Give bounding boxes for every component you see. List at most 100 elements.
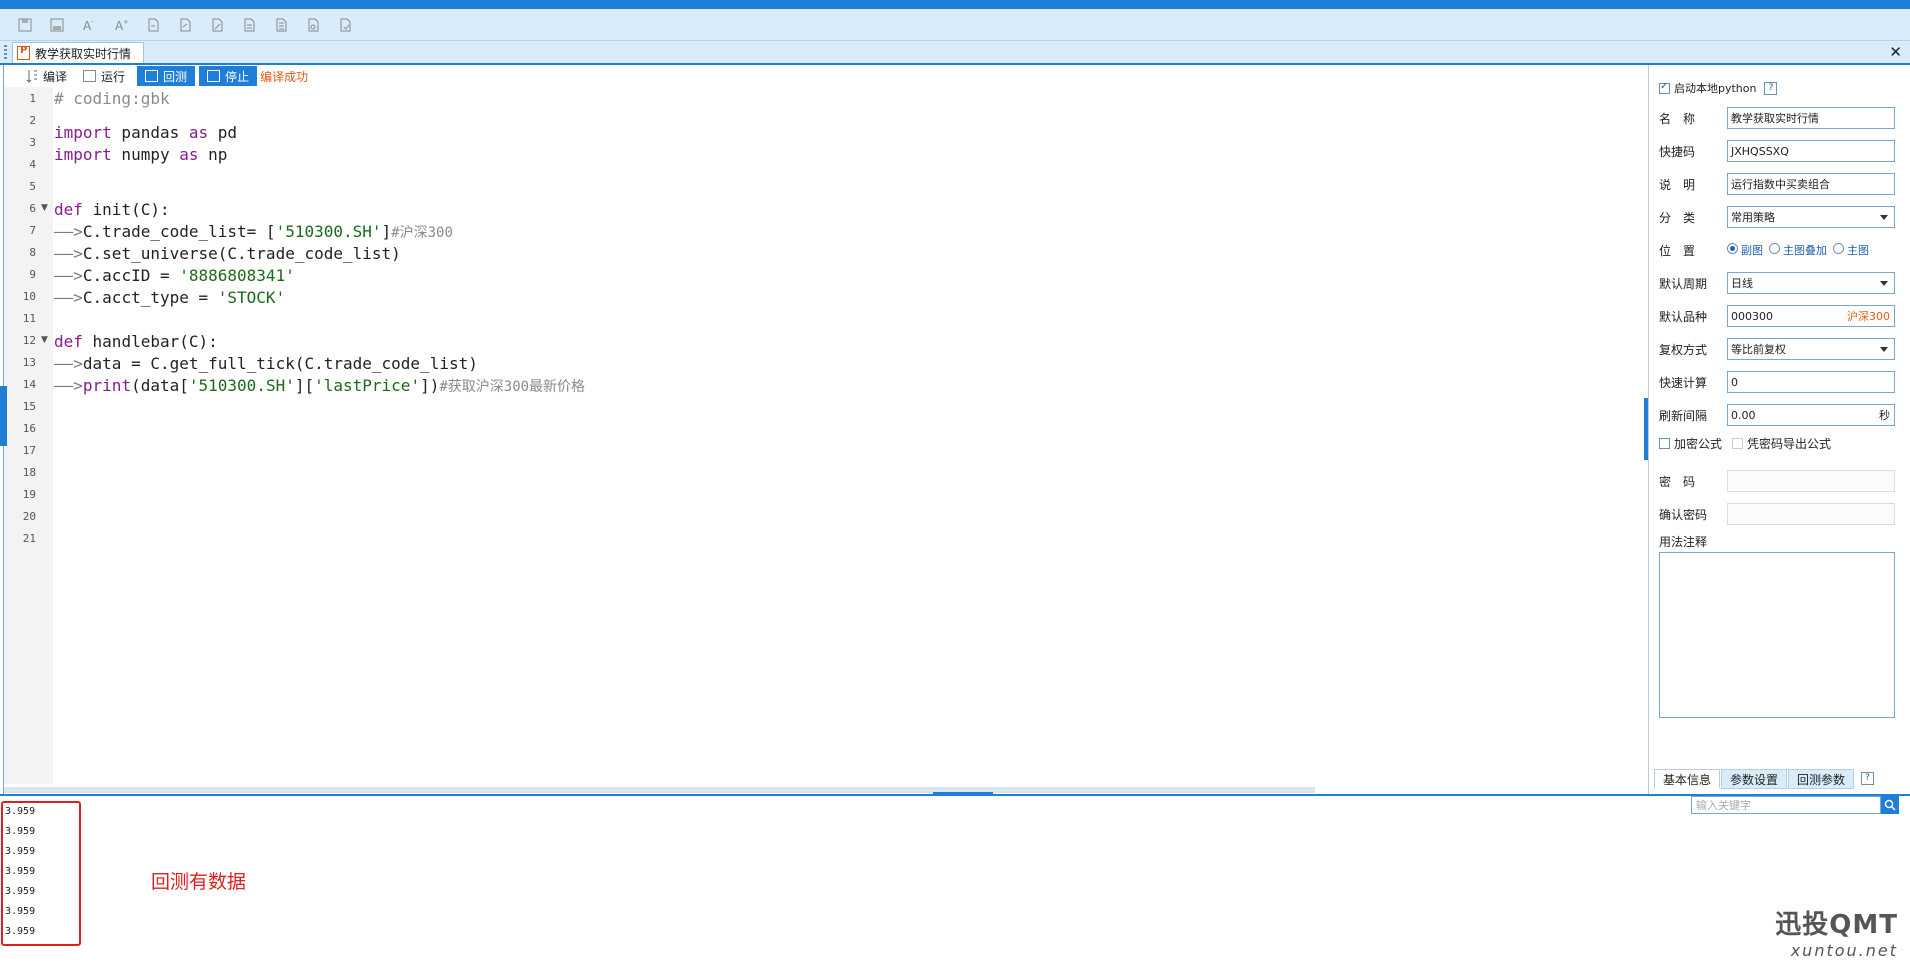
save-as-icon[interactable] (46, 14, 68, 36)
code-line-7: def init(C): (54, 200, 170, 219)
position-option-main[interactable]: 主图 (1833, 242, 1869, 258)
font-increase-icon[interactable]: A + (110, 14, 132, 36)
doc-icon[interactable] (238, 14, 260, 36)
encrypt-checkbox[interactable] (1659, 437, 1670, 449)
password-field[interactable] (1727, 470, 1895, 492)
close-tab-button[interactable]: ✕ (1889, 43, 1902, 61)
name-field[interactable]: 教学获取实时行情 (1727, 107, 1895, 129)
adjust-label: 复权方式 (1659, 342, 1708, 357)
import-icon[interactable] (142, 14, 164, 36)
code-line-11: ——>C.acct_type = 'STOCK' (54, 288, 286, 307)
watermark-url: xuntou.net (1790, 941, 1898, 960)
position-row: 位 置 副图 主图叠加 主图 (1659, 239, 1895, 261)
confirm-password-row: 确认密码 (1659, 503, 1895, 525)
line-number: 10 (22, 290, 36, 303)
help-icon[interactable]: ? (1764, 81, 1778, 95)
description-field[interactable]: 运行指数中买卖组合 (1727, 173, 1895, 195)
local-python-row: 启动本地python ? (1659, 77, 1895, 99)
encrypt-label: 加密公式 (1674, 436, 1723, 451)
output-panel: 3.959 3.959 3.959 3.959 3.959 3.959 3.95… (0, 796, 1910, 966)
backtest-button[interactable]: 回测 (137, 66, 196, 86)
compile-button[interactable]: 编译 (18, 66, 75, 86)
symbol-field[interactable]: 000300 沪深300 (1727, 305, 1895, 327)
editor-panel: 编译 运行 回测 停止 编译成功 1 2 3 4 5 6 7 8 9 10 11 12 13 14 15 16… (3, 65, 1649, 797)
doc-list-icon[interactable] (270, 14, 292, 36)
drag-grip-icon[interactable] (4, 45, 7, 59)
refresh-row: 刷新间隔 0.00 秒 (1659, 404, 1895, 426)
refresh-unit: 秒 (1879, 409, 1890, 422)
action-bar: 编译 运行 回测 停止 编译成功 (4, 65, 1649, 87)
edit-doc-icon[interactable] (206, 14, 228, 36)
refresh-label: 刷新间隔 (1659, 408, 1708, 423)
code-line-8: ——>C.trade_code_list= ['510300.SH']#沪深30… (54, 222, 453, 241)
export-checkbox[interactable] (1732, 437, 1744, 449)
line-number: 4 (29, 158, 36, 171)
position-radio-group: 副图 主图叠加 主图 (1727, 242, 1869, 258)
export-icon[interactable] (174, 14, 196, 36)
document-tab[interactable]: 教学获取实时行情 (12, 42, 144, 63)
stop-icon (207, 70, 221, 82)
search-icon (1884, 799, 1896, 811)
chevron-down-icon (1880, 347, 1888, 352)
refresh-field[interactable]: 0.00 秒 (1727, 404, 1895, 426)
run-label: 运行 (101, 69, 126, 84)
doc-settings-icon[interactable] (334, 14, 356, 36)
line-number: 9 (29, 268, 36, 281)
line-number: 2 (29, 114, 36, 127)
password-row: 密 码 (1659, 470, 1895, 492)
symbol-label: 默认品种 (1659, 309, 1708, 324)
run-button[interactable]: 运行 (75, 66, 133, 86)
stop-button[interactable]: 停止 (199, 66, 258, 86)
code-line-4: import numpy as np (54, 145, 228, 164)
position-option-overlay[interactable]: 主图叠加 (1769, 242, 1827, 258)
editor-horizontal-scrollbar[interactable] (4, 787, 1315, 793)
position-option-sub[interactable]: 副图 (1727, 242, 1763, 258)
confirm-password-field[interactable] (1727, 503, 1895, 525)
tab-backtest-params[interactable]: 回测参数 (1788, 769, 1855, 789)
category-select[interactable]: 常用策略 (1727, 206, 1895, 228)
highlight-box (1, 801, 81, 946)
fast-calc-field[interactable]: 0 (1727, 371, 1895, 393)
stop-label: 停止 (225, 69, 250, 84)
chevron-down-icon (1880, 281, 1888, 286)
python-file-icon (17, 45, 30, 60)
fast-calc-label: 快速计算 (1659, 375, 1708, 390)
adjust-select[interactable]: 等比前复权 (1727, 338, 1895, 360)
shortcut-field[interactable]: JXHQSSXQ (1727, 140, 1895, 162)
main-toolbar: A- A + (0, 9, 1910, 41)
local-python-checkbox[interactable] (1659, 81, 1670, 94)
run-icon (83, 70, 97, 82)
name-row: 名 称 教学获取实时行情 (1659, 107, 1895, 129)
help-icon[interactable]: ? (1861, 772, 1875, 785)
output-search-input[interactable]: 输入关键字 (1691, 796, 1881, 814)
line-number: 12 (22, 334, 36, 347)
left-collapse-handle[interactable] (0, 386, 7, 446)
search-button[interactable] (1881, 796, 1899, 814)
notes-textarea[interactable] (1659, 552, 1895, 718)
line-number: 1 (29, 92, 36, 105)
fold-toggle-icon[interactable]: ▼ (41, 203, 48, 213)
backtest-icon (145, 70, 159, 82)
save-icon[interactable] (14, 14, 36, 36)
line-number: 7 (29, 224, 36, 237)
description-row: 说 明 运行指数中买卖组合 (1659, 173, 1895, 195)
name-label: 名 称 (1659, 111, 1696, 126)
line-number: 17 (22, 444, 36, 457)
line-number: 20 (22, 510, 36, 523)
tab-parameters[interactable]: 参数设置 (1721, 769, 1788, 789)
export-label: 凭密码导出公式 (1747, 436, 1832, 451)
tab-basic-info[interactable]: 基本信息 (1654, 769, 1721, 789)
line-number: 19 (22, 488, 36, 501)
compile-label: 编译 (43, 69, 68, 84)
code-editor[interactable]: 1 2 3 4 5 6 7 8 9 10 11 12 13 14 15 16 17 18 19 20 21 # codi… (4, 87, 1649, 784)
doc-image-icon[interactable] (302, 14, 324, 36)
period-select[interactable]: 日线 (1727, 272, 1895, 294)
font-decrease-icon[interactable]: A- (78, 14, 100, 36)
line-number: 13 (22, 356, 36, 369)
code-line-9: ——>C.set_universe(C.trade_code_list) (54, 244, 401, 263)
notes-label: 用法注释 (1659, 534, 1708, 549)
local-python-label: 启动本地python (1674, 82, 1757, 95)
fold-toggle-icon[interactable]: ▼ (41, 335, 48, 345)
document-tab-strip: 教学获取实时行情 ✕ (0, 41, 1910, 65)
line-number: 15 (22, 400, 36, 413)
